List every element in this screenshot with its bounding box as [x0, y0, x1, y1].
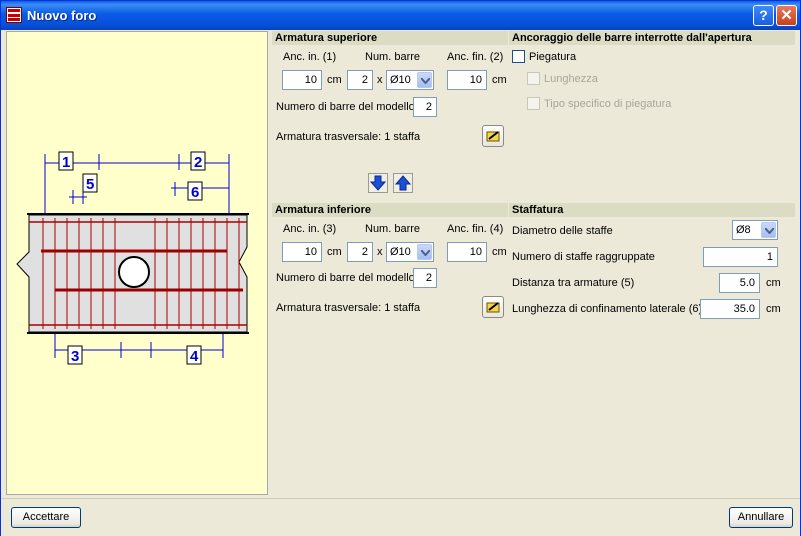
diametro-staffe-label: Diametro delle staffe — [512, 225, 613, 237]
anc-fin-4-unit: cm — [492, 246, 507, 258]
cancel-button[interactable]: Annullare — [729, 507, 793, 528]
anc-in-1-label: Anc. in. (1) — [283, 51, 337, 63]
lunghezza-confinamento-label: Lunghezza di confinamento laterale (6) — [512, 303, 703, 315]
trasversale-sup-label: Armatura trasversale: 1 staffa — [276, 131, 421, 143]
numero-barre-inf-label: Numero di barre del modello — [276, 272, 415, 284]
chevron-down-icon[interactable] — [761, 222, 776, 238]
anc-in-3-unit: cm — [327, 246, 342, 258]
num-barre-inf-label: Num. barre — [365, 223, 421, 235]
lunghezza-checkbox[interactable] — [527, 72, 540, 85]
dim-label-3: 3 — [71, 348, 79, 365]
times-sup-label: x — [377, 74, 383, 86]
trasversale-inf-label: Armatura trasversale: 1 staffa — [276, 302, 421, 314]
times-inf-label: x — [377, 246, 383, 258]
dim-label-4: 4 — [190, 348, 199, 365]
piegatura-checkbox[interactable] — [512, 50, 525, 63]
diametro-sup-select[interactable]: Ø10 — [386, 70, 434, 90]
beam-opening-diagram: 1 2 3 4 5 6 — [16, 151, 249, 365]
anc-fin-4-label: Anc. fin. (4) — [447, 223, 504, 235]
anc-in-1-unit: cm — [327, 74, 342, 86]
anc-fin-2-input[interactable]: 10 — [447, 70, 487, 90]
close-icon: ✕ — [780, 7, 793, 24]
chevron-down-icon[interactable] — [417, 72, 432, 88]
armatura-inferiore-header: Armatura inferiore — [272, 203, 508, 217]
anc-in-1-input[interactable]: 10 — [282, 70, 322, 90]
armatura-superiore-header: Armatura superiore — [272, 31, 508, 45]
dialog-window: Nuovo foro ? ✕ 1 2 3 4 5 6 Armatura supe… — [0, 0, 801, 536]
accept-button[interactable]: Accettare — [11, 507, 81, 528]
title-bar[interactable]: Nuovo foro ? ✕ — [1, 1, 800, 30]
anc-in-3-input[interactable]: 10 — [282, 242, 322, 262]
diametro-sup-value: Ø10 — [390, 74, 411, 86]
opening-circle — [118, 256, 150, 288]
num-barre-sup-input[interactable]: 2 — [347, 70, 373, 90]
dim-label-5: 5 — [86, 176, 94, 193]
anc-fin-4-input[interactable]: 10 — [447, 242, 487, 262]
diametro-inf-value: Ø10 — [390, 246, 411, 258]
edit-trasversale-sup-button[interactable] — [482, 125, 504, 147]
diametro-staffe-value: Ø8 — [736, 224, 751, 236]
piegatura-label: Piegatura — [529, 51, 577, 63]
dim-label-1: 1 — [62, 154, 70, 171]
distanza-armature-unit: cm — [766, 277, 781, 289]
numero-barre-sup-input[interactable]: 2 — [413, 97, 437, 117]
help-button[interactable]: ? — [753, 5, 774, 26]
lunghezza-confinamento-unit: cm — [766, 303, 781, 315]
close-button[interactable]: ✕ — [776, 5, 797, 26]
button-bar: Accettare Annullare — [1, 498, 800, 536]
numero-barre-inf-input[interactable]: 2 — [413, 268, 437, 288]
num-barre-sup-label: Num. barre — [365, 51, 421, 63]
arrow-down-icon — [369, 175, 387, 191]
ancoraggio-header: Ancoraggio delle barre interrotte dall'a… — [509, 31, 795, 45]
anc-fin-2-unit: cm — [492, 74, 507, 86]
arrow-up-icon — [394, 175, 412, 191]
numero-staffe-label: Numero di staffe raggruppate — [512, 251, 655, 263]
tipo-piegatura-checkbox[interactable] — [527, 97, 540, 110]
opening-drawing-panel: 1 2 3 4 5 6 — [6, 31, 268, 495]
anc-in-3-label: Anc. in. (3) — [283, 223, 337, 235]
numero-barre-sup-label: Numero di barre del modello — [276, 101, 415, 113]
folder-edit-icon — [486, 302, 500, 313]
help-icon: ? — [759, 7, 768, 23]
dim-label-2: 2 — [194, 154, 202, 171]
lunghezza-label: Lunghezza — [544, 73, 598, 85]
chevron-down-icon[interactable] — [417, 244, 432, 260]
tipo-piegatura-label: Tipo specifico di piegatura — [544, 98, 672, 110]
edit-trasversale-inf-button[interactable] — [482, 296, 504, 318]
dim-label-6: 6 — [191, 184, 199, 201]
staffatura-header: Staffatura — [509, 203, 795, 217]
numero-staffe-input[interactable]: 1 — [703, 247, 778, 267]
folder-edit-icon — [486, 131, 500, 142]
lunghezza-confinamento-input[interactable]: 35.0 — [700, 299, 760, 319]
app-icon — [6, 7, 22, 23]
distanza-armature-label: Distanza tra armature (5) — [512, 277, 635, 289]
num-barre-inf-input[interactable]: 2 — [347, 242, 373, 262]
diametro-staffe-select[interactable]: Ø8 — [732, 220, 778, 240]
anc-fin-2-label: Anc. fin. (2) — [447, 51, 504, 63]
window-title: Nuovo foro — [27, 8, 97, 23]
move-up-button[interactable] — [393, 173, 413, 193]
distanza-armature-input[interactable]: 5.0 — [719, 273, 760, 293]
move-down-button[interactable] — [368, 173, 388, 193]
diametro-inf-select[interactable]: Ø10 — [386, 242, 434, 262]
